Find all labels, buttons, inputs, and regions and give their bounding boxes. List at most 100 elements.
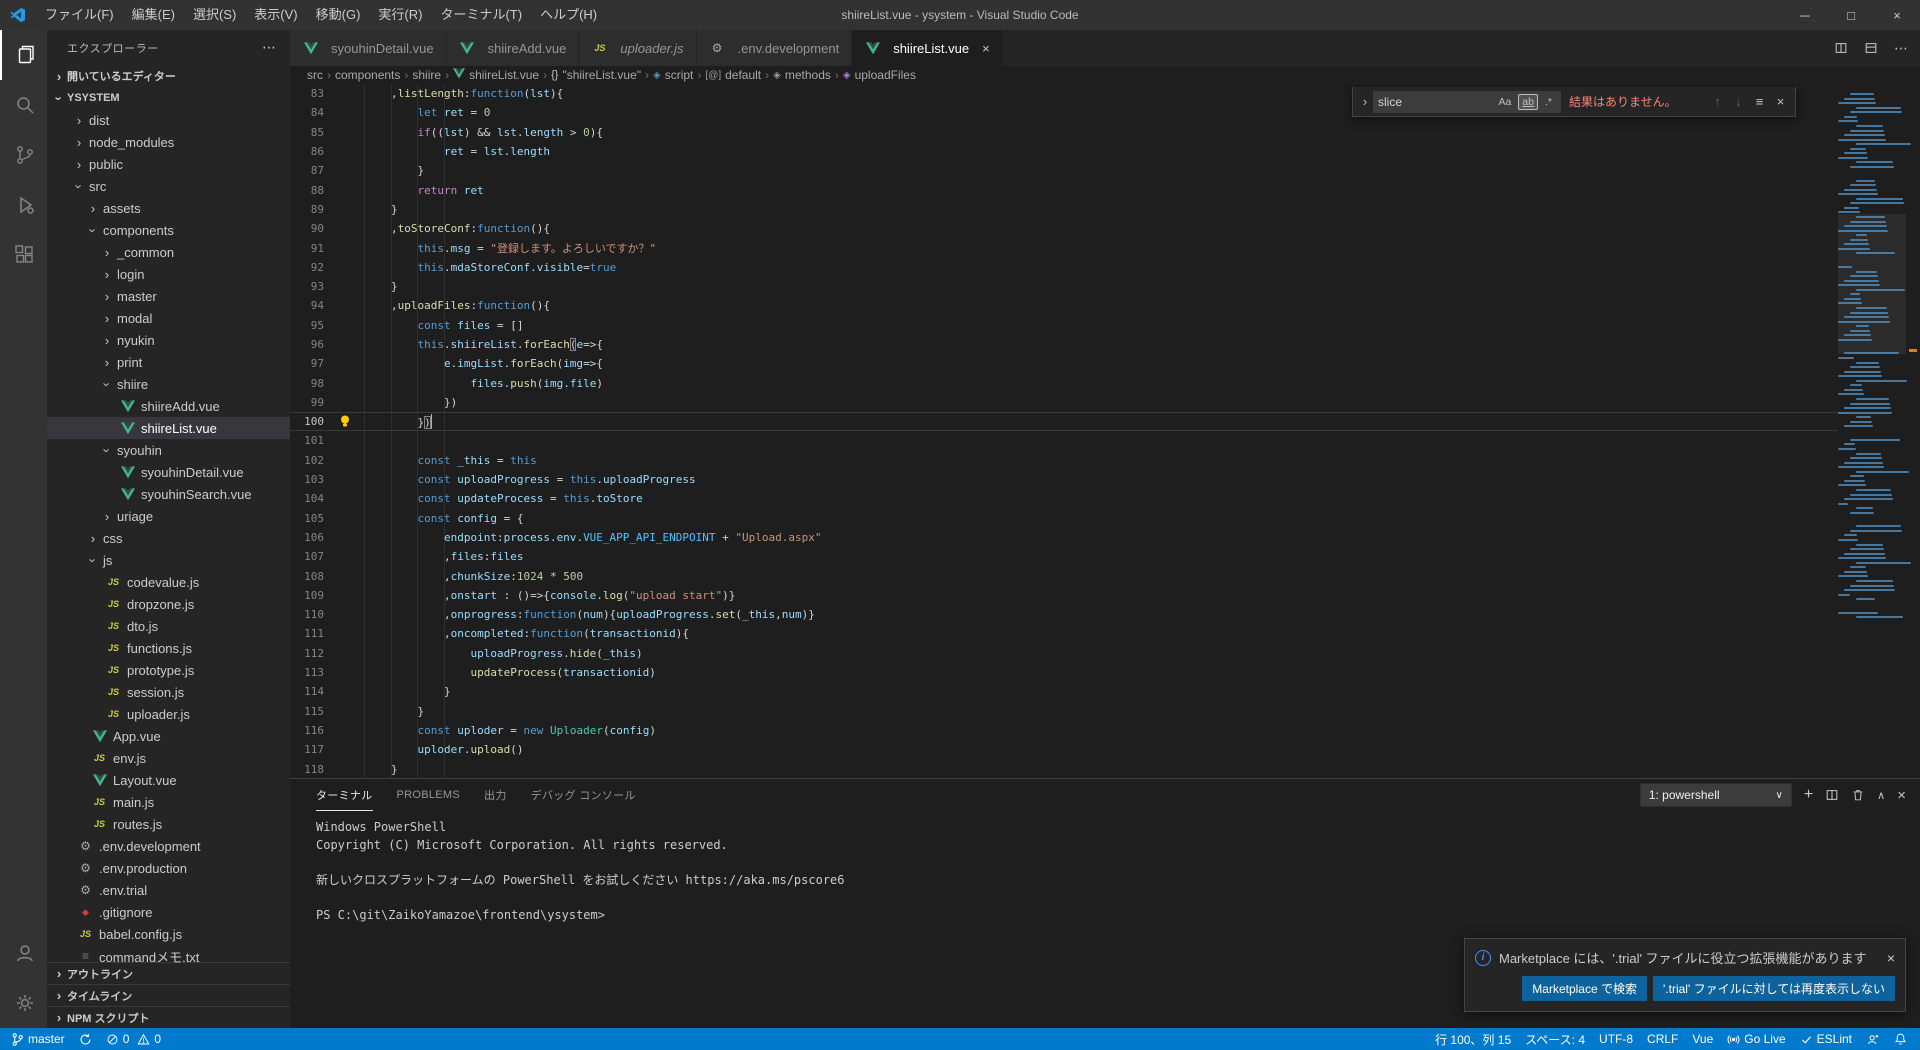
tree-file-prototype.js[interactable]: JSprototype.js: [47, 659, 290, 681]
tree-file-shiireList.vue[interactable]: shiireList.vue: [47, 417, 290, 439]
code-line-90[interactable]: 90 ,toStoreConf:function(){: [290, 219, 1838, 238]
status-notifications-bell[interactable]: [1887, 1028, 1914, 1050]
whole-word-icon[interactable]: ab: [1518, 94, 1538, 110]
code-line-117[interactable]: 117 uploder.upload(): [290, 740, 1838, 759]
new-terminal-icon[interactable]: +: [1804, 786, 1813, 804]
tree-folder-js[interactable]: ›js: [47, 549, 290, 571]
split-terminal-icon[interactable]: [1825, 788, 1839, 802]
breadcrumb-item[interactable]: [@]default: [705, 68, 761, 82]
code-line-105[interactable]: 105 const config = {: [290, 509, 1838, 528]
sidebar-section-NPM スクリプト[interactable]: ›NPM スクリプト: [47, 1006, 290, 1028]
activity-extensions-icon[interactable]: [0, 230, 47, 280]
code-line-97[interactable]: 97 e.imgList.forEach(img=>{: [290, 354, 1838, 373]
code-line-109[interactable]: 109 ,onstart : ()=>{console.log("upload …: [290, 586, 1838, 605]
tree-file-dto.js[interactable]: JSdto.js: [47, 615, 290, 637]
code-line-107[interactable]: 107 ,files:files: [290, 547, 1838, 566]
tree-folder-print[interactable]: ›print: [47, 351, 290, 373]
panel-tab-ターミナル[interactable]: ターミナル: [316, 780, 373, 811]
code-line-93[interactable]: 93 }: [290, 277, 1838, 296]
find-expand-icon[interactable]: ›: [1357, 94, 1373, 109]
tab-shiireList.vue[interactable]: shiireList.vue×: [852, 30, 1002, 66]
status-sync[interactable]: [72, 1028, 99, 1050]
tree-folder-shiire[interactable]: ›shiire: [47, 373, 290, 395]
notification-button[interactable]: '.trial' ファイルに対しては再度表示しない: [1653, 976, 1895, 1001]
code-line-104[interactable]: 104 const updateProcess = this.toStore: [290, 489, 1838, 508]
tree-file-babel.config.js[interactable]: JSbabel.config.js: [47, 923, 290, 945]
code-line-103[interactable]: 103 const uploadProgress = this.uploadPr…: [290, 470, 1838, 489]
menu-item[interactable]: 実行(R): [369, 7, 431, 22]
status-git-branch[interactable]: master: [4, 1028, 72, 1050]
status-indentation[interactable]: スペース: 4: [1518, 1028, 1592, 1050]
menu-item[interactable]: 移動(G): [307, 7, 370, 22]
tab-.env.development[interactable]: ⚙.env.development: [697, 30, 853, 66]
code-line-91[interactable]: 91 this.msg = "登録します。よろしいですか？": [290, 238, 1838, 257]
editor-scrollbar[interactable]: [1906, 84, 1920, 778]
open-editors-section[interactable]: › 開いているエディター: [47, 65, 290, 87]
match-case-icon[interactable]: Aa: [1494, 94, 1515, 110]
split-editor-icon[interactable]: [1834, 41, 1848, 55]
activity-run-debug-icon[interactable]: [0, 180, 47, 230]
menu-item[interactable]: 選択(S): [184, 7, 245, 22]
breadcrumb-item[interactable]: ◈script: [653, 68, 693, 82]
tree-file-Layout.vue[interactable]: Layout.vue: [47, 769, 290, 791]
regex-icon[interactable]: .*: [1541, 94, 1556, 110]
tree-folder-node_modules[interactable]: ›node_modules: [47, 131, 290, 153]
sidebar-section-タイムライン[interactable]: ›タイムライン: [47, 984, 290, 1006]
code-line-102[interactable]: 102 const _this = this: [290, 451, 1838, 470]
find-previous-icon[interactable]: ↑: [1707, 94, 1728, 109]
status-feedback[interactable]: [1859, 1028, 1887, 1050]
breadcrumb-item[interactable]: components: [335, 68, 400, 82]
maximize-button[interactable]: □: [1828, 0, 1874, 30]
breadcrumb-item[interactable]: shiire: [412, 68, 441, 82]
breadcrumb-item[interactable]: ◈methods: [773, 68, 831, 82]
find-next-icon[interactable]: ↓: [1728, 94, 1749, 109]
panel-tab-PROBLEMS[interactable]: PROBLEMS: [397, 780, 461, 811]
tree-file-uploader.js[interactable]: JSuploader.js: [47, 703, 290, 725]
status-cursor-position[interactable]: 行 100、列 15: [1428, 1028, 1518, 1050]
tree-folder-assets[interactable]: ›assets: [47, 197, 290, 219]
code-line-101[interactable]: 101: [290, 431, 1838, 450]
tab-uploader.js[interactable]: JSuploader.js: [579, 30, 696, 66]
tree-file-App.vue[interactable]: App.vue: [47, 725, 290, 747]
code-line-100[interactable]: 100 }): [290, 412, 1838, 431]
minimize-button[interactable]: ─: [1782, 0, 1828, 30]
tree-folder-css[interactable]: ›css: [47, 527, 290, 549]
tree-file-shiireAdd.vue[interactable]: shiireAdd.vue: [47, 395, 290, 417]
lightbulb-icon[interactable]: [338, 414, 352, 434]
maximize-panel-icon[interactable]: ∧: [1877, 789, 1885, 802]
code-line-111[interactable]: 111 ,oncompleted:function(transactionid)…: [290, 624, 1838, 643]
terminal-output[interactable]: Windows PowerShellCopyright (C) Microsof…: [290, 811, 1920, 924]
tree-folder-syouhin[interactable]: ›syouhin: [47, 439, 290, 461]
code-line-86[interactable]: 86 ret = lst.length: [290, 142, 1838, 161]
code-editor[interactable]: 83 ,listLength:function(lst){84 let ret …: [290, 84, 1920, 778]
tree-file-.env.trial[interactable]: ⚙.env.trial: [47, 879, 290, 901]
workspace-root-section[interactable]: › YSYSTEM: [47, 87, 290, 109]
tree-file-.env.production[interactable]: ⚙.env.production: [47, 857, 290, 879]
more-actions-icon[interactable]: ⋯: [1894, 40, 1908, 57]
status-problems[interactable]: 00: [99, 1028, 168, 1050]
code-line-85[interactable]: 85 if((lst) && lst.length > 0){: [290, 123, 1838, 142]
menu-item[interactable]: 編集(E): [123, 7, 184, 22]
close-notification-icon[interactable]: ×: [1887, 950, 1895, 966]
close-find-icon[interactable]: ×: [1770, 94, 1791, 109]
breadcrumb-item[interactable]: ◈uploadFiles: [843, 68, 916, 82]
minimap[interactable]: [1838, 84, 1906, 778]
tree-file-functions.js[interactable]: JSfunctions.js: [47, 637, 290, 659]
panel-tab-デバッグ コンソール[interactable]: デバッグ コンソール: [531, 780, 636, 811]
close-tab-icon[interactable]: ×: [982, 41, 990, 56]
code-line-88[interactable]: 88 return ret: [290, 180, 1838, 199]
code-line-116[interactable]: 116 const uploder = new Uploader(config): [290, 721, 1838, 740]
tree-folder-login[interactable]: ›login: [47, 263, 290, 285]
breadcrumb-item[interactable]: {}"shiireList.vue": [551, 68, 641, 82]
activity-source-control-icon[interactable]: [0, 130, 47, 180]
code-line-106[interactable]: 106 endpoint:process.env.VUE_APP_API_END…: [290, 528, 1838, 547]
code-line-95[interactable]: 95 const files = []: [290, 316, 1838, 335]
panel-tab-出力[interactable]: 出力: [484, 780, 507, 811]
activity-search-icon[interactable]: [0, 80, 47, 130]
tab-shiireAdd.vue[interactable]: shiireAdd.vue: [447, 30, 580, 66]
status-eol[interactable]: CRLF: [1640, 1028, 1685, 1050]
activity-explorer-icon[interactable]: [0, 30, 47, 80]
tree-file-session.js[interactable]: JSsession.js: [47, 681, 290, 703]
tree-file-routes.js[interactable]: JSroutes.js: [47, 813, 290, 835]
tree-file-syouhinDetail.vue[interactable]: syouhinDetail.vue: [47, 461, 290, 483]
